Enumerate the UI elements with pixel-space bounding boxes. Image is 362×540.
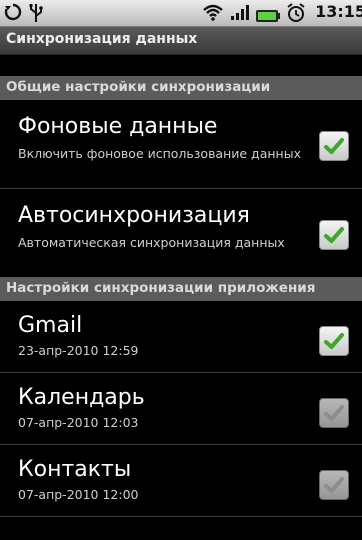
checkbox-gmail[interactable] bbox=[319, 326, 349, 356]
status-time: 13:15 bbox=[315, 2, 362, 21]
sync-item-title: Календарь bbox=[18, 385, 145, 410]
sync-item-title: Gmail bbox=[18, 313, 83, 338]
sync-item-contacts[interactable]: Контакты 07-апр-2010 12:00 bbox=[0, 445, 362, 517]
checkbox-contacts[interactable] bbox=[319, 470, 349, 500]
setting-title: Фоновые данные bbox=[18, 114, 218, 139]
title-bar: Синхронизация данных bbox=[0, 27, 362, 55]
section-header-label: Общие настройки синхронизации bbox=[6, 79, 271, 95]
check-icon bbox=[324, 405, 344, 421]
sync-item-date: 23-апр-2010 12:59 bbox=[18, 343, 139, 358]
usb-icon bbox=[28, 3, 44, 27]
wifi-icon bbox=[202, 3, 224, 25]
check-icon bbox=[324, 138, 344, 154]
section-header-apps: Настройки синхронизации приложения bbox=[0, 277, 362, 301]
checkbox-background-data[interactable] bbox=[319, 131, 349, 161]
sync-item-date: 07-апр-2010 12:00 bbox=[18, 487, 139, 502]
check-icon bbox=[324, 227, 344, 243]
check-icon bbox=[324, 333, 344, 349]
section-header-label: Настройки синхронизации приложения bbox=[6, 280, 316, 296]
sync-item-gmail[interactable]: Gmail 23-апр-2010 12:59 bbox=[0, 301, 362, 373]
signal-icon bbox=[230, 3, 250, 25]
setting-summary: Включить фоновое использование данных bbox=[18, 146, 301, 161]
battery-icon bbox=[256, 7, 280, 26]
sync-item-calendar[interactable]: Календарь 07-апр-2010 12:03 bbox=[0, 373, 362, 445]
checkbox-calendar[interactable] bbox=[319, 398, 349, 428]
check-icon bbox=[324, 477, 344, 493]
checkbox-auto-sync[interactable] bbox=[319, 220, 349, 250]
setting-background-data[interactable]: Фоновые данные Включить фоновое использо… bbox=[0, 100, 362, 189]
alarm-icon bbox=[286, 3, 306, 27]
status-bar: 13:15 bbox=[0, 0, 362, 27]
sync-icon bbox=[4, 3, 22, 25]
setting-title: Автосинхронизация bbox=[18, 203, 250, 228]
page-title: Синхронизация данных bbox=[6, 31, 198, 47]
sync-item-title: Контакты bbox=[18, 457, 132, 482]
sync-item-date: 07-апр-2010 12:03 bbox=[18, 415, 139, 430]
setting-auto-sync[interactable]: Автосинхронизация Автоматическая синхрон… bbox=[0, 189, 362, 278]
section-header-general: Общие настройки синхронизации bbox=[0, 76, 362, 100]
setting-summary: Автоматическая синхронизация данных bbox=[18, 235, 285, 250]
